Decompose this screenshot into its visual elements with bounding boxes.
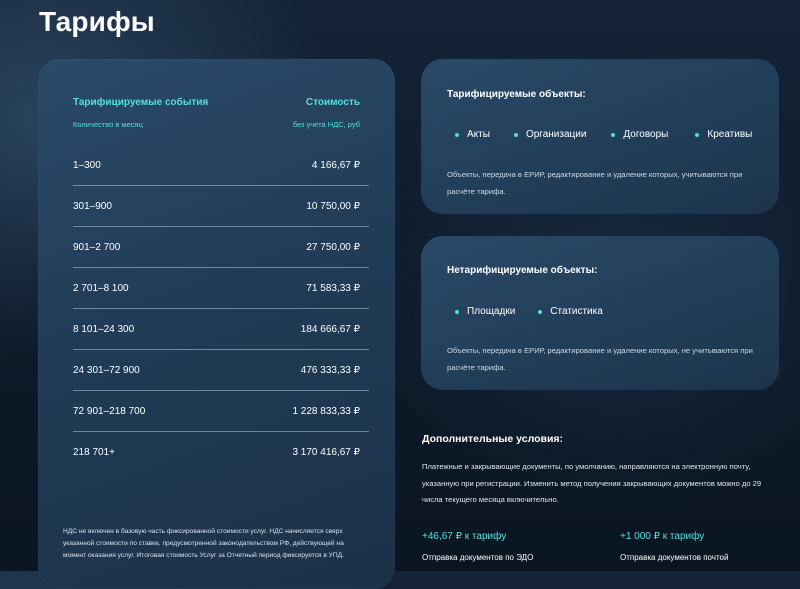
extra-conditions-title: Дополнительные условия: <box>422 433 564 445</box>
event-range: 8 101–24 300 <box>73 323 135 335</box>
vat-note: НДС не включен в базовую часть фиксирова… <box>63 527 344 559</box>
extra-conditions: Дополнительные условия: Платежные и закр… <box>422 433 782 562</box>
event-range: 1–300 <box>73 159 101 171</box>
noncharged-objects-description: Объекты, передача в ЕРИР, редактирование… <box>447 345 753 372</box>
option-edo-price: +46,67 ₽ к тарифу <box>422 531 507 542</box>
column-events-subheader: Количество в месяц <box>73 120 143 129</box>
table-row: 72 901–218 700 1 228 833,33 ₽ <box>73 391 369 432</box>
tariff-price: 1 228 833,33 ₽ <box>292 405 360 417</box>
list-item: Креативы <box>695 129 752 140</box>
bullet-dot-icon <box>695 132 700 137</box>
column-events-header: Тарифицируемые события <box>73 97 209 108</box>
option-post-price: +1 000 ₽ к тарифу <box>620 531 705 542</box>
list-item-label: Организации <box>525 129 587 140</box>
table-row: 1–300 4 166,67 ₽ <box>73 145 369 186</box>
bullet-dot-icon <box>538 309 543 314</box>
list-item: Организации <box>513 129 587 140</box>
charged-objects-card: Тарифицируемые объекты: Акты Организации… <box>421 59 779 214</box>
event-range: 901–2 700 <box>73 241 121 253</box>
bullet-dot-icon <box>513 132 518 137</box>
table-row: 218 701+ 3 170 416,67 ₽ <box>73 432 369 472</box>
list-item: Акты <box>455 129 490 140</box>
tariff-table-header: Тарифицируемые события Стоимость Количес… <box>73 97 360 129</box>
table-row: 24 301–72 900 476 333,33 ₽ <box>73 350 369 391</box>
list-item: Договоры <box>611 129 668 140</box>
bullet-dot-icon <box>455 309 459 314</box>
bullet-dot-icon <box>611 132 616 137</box>
event-range: 72 901–218 700 <box>73 405 146 417</box>
list-item-label: Договоры <box>623 129 669 140</box>
list-item-label: Акты <box>467 129 490 140</box>
extra-conditions-text: Платежные и закрывающие документы, по ум… <box>422 462 762 504</box>
tariff-price: 10 750,00 ₽ <box>306 200 360 212</box>
column-cost-header: Стоимость <box>305 97 360 108</box>
tariff-price: 476 333,33 ₽ <box>300 364 360 376</box>
option-edo: +46,67 ₽ к тарифу Отправка документов по… <box>422 531 533 562</box>
tariff-price: 4 166,67 ₽ <box>311 159 360 171</box>
option-post: +1 000 ₽ к тарифу Отправка документов по… <box>620 531 728 562</box>
page-title: Тарифы <box>39 6 155 37</box>
bullet-dot-icon <box>455 132 459 137</box>
tariff-price: 3 170 416,67 ₽ <box>292 446 360 458</box>
list-item: Площадки <box>455 306 515 317</box>
noncharged-objects-list: Площадки Статистика <box>455 306 626 317</box>
list-item-label: Площадки <box>467 306 516 317</box>
charged-objects-title: Тарифицируемые объекты: <box>447 89 586 100</box>
event-range: 2 701–8 100 <box>73 282 129 294</box>
column-cost-subheader: без учета НДС, руб <box>292 120 360 129</box>
tariff-price: 71 583,33 ₽ <box>306 282 360 294</box>
list-item-label: Креативы <box>707 129 753 140</box>
event-range: 24 301–72 900 <box>73 364 140 376</box>
table-row: 301–900 10 750,00 ₽ <box>73 186 369 227</box>
tariff-rows: 1–300 4 166,67 ₽ 301–900 10 750,00 ₽ 901… <box>73 145 369 472</box>
charged-objects-description: Объекты, передача в ЕРИР, редактирование… <box>447 169 743 196</box>
event-range: 301–900 <box>73 200 112 212</box>
tariff-table-card: Тарифицируемые события Стоимость Количес… <box>38 59 395 589</box>
option-edo-label: Отправка документов по ЭДО <box>422 553 534 562</box>
event-range: 218 701+ <box>73 446 115 458</box>
option-post-label: Отправка документов почтой <box>620 553 729 562</box>
table-row: 901–2 700 27 750,00 ₽ <box>73 227 369 268</box>
tariff-price: 184 666,67 ₽ <box>300 323 360 335</box>
list-item-label: Статистика <box>550 306 603 317</box>
tariff-price: 27 750,00 ₽ <box>306 241 360 253</box>
noncharged-objects-title: Нетарифицируемые объекты: <box>447 265 598 276</box>
table-row: 8 101–24 300 184 666,67 ₽ <box>73 309 369 350</box>
noncharged-objects-card: Нетарифицируемые объекты: Площадки Стати… <box>421 236 779 390</box>
table-row: 2 701–8 100 71 583,33 ₽ <box>73 268 369 309</box>
charged-objects-list: Акты Организации Договоры Креативы <box>455 129 776 140</box>
list-item: Статистика <box>538 306 603 317</box>
